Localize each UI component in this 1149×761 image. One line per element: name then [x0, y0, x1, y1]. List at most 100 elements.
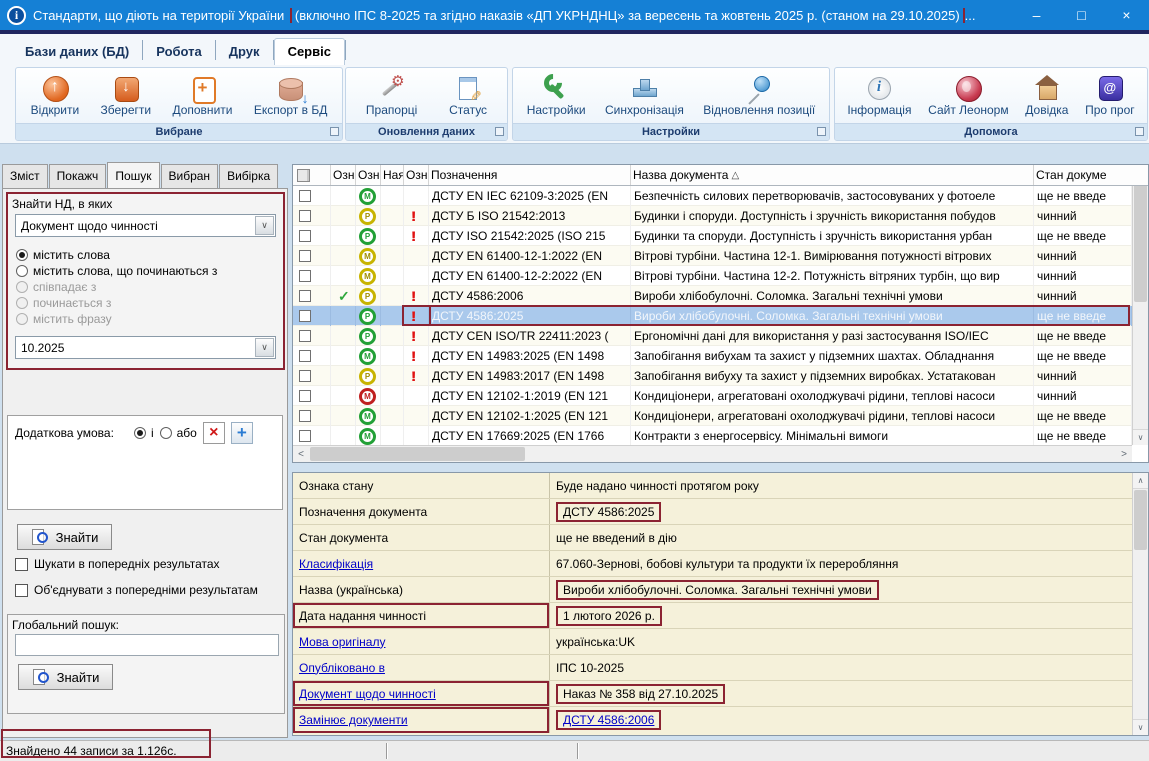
row-checkbox[interactable] — [299, 330, 311, 342]
scroll-right-icon[interactable]: > — [1116, 446, 1132, 462]
row-checkbox[interactable] — [299, 430, 311, 442]
table-row[interactable]: М ДСТУ EN 12102-1:2025 (EN 121 Кондиціон… — [293, 406, 1132, 426]
help-button[interactable]: Довідка — [1023, 74, 1070, 118]
details-vertical-scrollbar[interactable]: ∧ ∨ — [1132, 473, 1148, 735]
radio-or[interactable]: або — [160, 425, 197, 441]
global-search-input[interactable] — [15, 634, 279, 656]
search-query-combobox[interactable]: 10.2025 ∨ — [15, 336, 276, 359]
find-button[interactable]: Знайти — [17, 524, 112, 550]
add-condition-button[interactable]: + — [231, 422, 253, 444]
chevron-down-icon[interactable]: ∨ — [255, 338, 274, 357]
original-language-link[interactable]: Мова оригіналу — [299, 635, 385, 649]
row-checkbox[interactable] — [299, 250, 311, 262]
header-name[interactable]: Назва документа △ — [631, 165, 1034, 185]
scrollbar-thumb[interactable] — [1134, 490, 1147, 550]
tab-vybirka[interactable]: Вибірка — [219, 164, 278, 188]
header-designation[interactable]: Позначення — [429, 165, 631, 185]
table-horizontal-scrollbar[interactable]: < > — [293, 445, 1132, 462]
table-row[interactable]: М ДСТУ EN IEC 62109-3:2025 (EN Безпечніс… — [293, 186, 1132, 206]
scroll-down-icon[interactable]: ∨ — [1133, 719, 1148, 735]
scroll-down-icon[interactable]: ∨ — [1133, 429, 1148, 445]
maximize-icon[interactable]: □ — [1059, 0, 1104, 30]
tab-zmist[interactable]: Зміст — [2, 164, 48, 188]
close-icon[interactable]: × — [1104, 0, 1149, 30]
radio-contains-words[interactable]: містить слова — [8, 247, 283, 263]
tab-poshuk[interactable]: Пошук — [107, 162, 159, 188]
tab-bazy-danykh[interactable]: Бази даних (БД) — [12, 39, 142, 65]
row-checkbox[interactable] — [299, 350, 311, 362]
header-oznaka-3[interactable]: Озн — [404, 165, 429, 185]
scrollbar-thumb[interactable] — [1134, 182, 1147, 302]
restore-position-button[interactable]: Відновлення позиції — [701, 74, 817, 118]
leonorm-site-button[interactable]: Сайт Леонорм — [926, 74, 1010, 118]
radio-starts-with-words[interactable]: містить слова, що починаються з — [8, 263, 283, 279]
table-row[interactable]: М ДСТУ EN 17669:2025 (EN 1766 Контракти … — [293, 426, 1132, 446]
row-checkbox[interactable] — [299, 270, 311, 282]
scroll-up-icon[interactable]: ∧ — [1133, 473, 1148, 489]
tab-vybrane[interactable]: Вибран — [161, 164, 219, 188]
table-vertical-scrollbar[interactable]: ∧ ∨ — [1132, 165, 1148, 445]
remove-condition-button[interactable]: × — [203, 422, 225, 444]
table-row[interactable]: ✓ Р ! ДСТУ 4586:2006 Вироби хлібобулочні… — [293, 286, 1132, 306]
group-caption-dopomoga: Допомога — [835, 123, 1147, 140]
sync-button[interactable]: Синхронізація — [603, 74, 686, 118]
cell-designation: ДСТУ CEN ISO/TR 22411:2023 ( — [429, 326, 631, 346]
table-row[interactable]: М ДСТУ EN 61400-12-2:2022 (EN Вітрові ту… — [293, 266, 1132, 286]
classification-link[interactable]: Класифікація — [299, 557, 373, 571]
published-in-link[interactable]: Опубліковано в — [299, 661, 385, 675]
table-row[interactable]: Р ! ДСТУ EN 14983:2017 (EN 1498 Запобіга… — [293, 366, 1132, 386]
tab-servis[interactable]: Сервіс — [274, 38, 345, 65]
replaces-documents-link[interactable]: Замінює документи — [299, 713, 408, 727]
scroll-left-icon[interactable]: < — [293, 446, 309, 462]
minimize-icon[interactable]: – — [1014, 0, 1059, 30]
status-badge: М — [359, 188, 376, 205]
checkbox-search-previous[interactable]: Шукати в попередніх результатах — [15, 557, 220, 571]
header-nayavnist[interactable]: Ная — [381, 165, 404, 185]
replaced-document-link[interactable]: ДСТУ 4586:2006 — [563, 713, 654, 727]
search-field-select[interactable]: Документ щодо чинності ∨ — [15, 214, 276, 237]
tab-pokazhchyk[interactable]: Покажч — [49, 164, 107, 188]
dialog-launcher-icon[interactable] — [330, 127, 339, 136]
row-checkbox[interactable] — [299, 210, 311, 222]
tab-druk[interactable]: Друк — [216, 39, 273, 65]
table-row[interactable]: М ДСТУ EN 12102-1:2019 (EN 121 Кондиціон… — [293, 386, 1132, 406]
status-button[interactable]: Статус — [447, 74, 489, 118]
tab-robota[interactable]: Робота — [143, 39, 215, 65]
table-row[interactable]: М ДСТУ EN 61400-12-1:2022 (EN Вітрові ту… — [293, 246, 1132, 266]
table-row[interactable]: Р ! ДСТУ Б ISO 21542:2013 Будинки і спор… — [293, 206, 1132, 226]
table-row[interactable]: М ! ДСТУ EN 14983:2025 (EN 1498 Запобіга… — [293, 346, 1132, 366]
table-row[interactable]: Р ! ДСТУ CEN ISO/TR 22411:2023 ( Ергоном… — [293, 326, 1132, 346]
settings-button[interactable]: Настройки — [525, 74, 588, 118]
scrollbar-thumb[interactable] — [310, 447, 525, 461]
validity-document-link[interactable]: Документ щодо чинності — [299, 687, 436, 701]
append-button[interactable]: Доповнити — [170, 74, 234, 118]
detail-value: Буде надано чинності протягом року — [556, 479, 759, 493]
row-checkbox[interactable] — [299, 390, 311, 402]
global-find-button[interactable]: Знайти — [18, 664, 113, 690]
header-oznaka-1[interactable]: Озн — [331, 165, 356, 185]
status-bar: Знайдено 44 записи за 1.126с. — [0, 740, 1149, 761]
header-oznaka-2[interactable]: Озн — [356, 165, 381, 185]
dialog-launcher-icon[interactable] — [817, 127, 826, 136]
export-db-button[interactable]: Експорт в БД — [252, 74, 330, 118]
radio-and[interactable]: і — [120, 425, 154, 441]
checkbox-merge-previous[interactable]: Об'єднувати з попередніми результатам — [15, 583, 258, 597]
flags-button[interactable]: Прапорці — [364, 74, 419, 118]
header-status[interactable]: Стан докуме — [1034, 165, 1148, 185]
table-row[interactable]: Р ! ДСТУ ISO 21542:2025 (ISO 215 Будинки… — [293, 226, 1132, 246]
chevron-down-icon[interactable]: ∨ — [255, 216, 274, 235]
row-checkbox[interactable] — [299, 370, 311, 382]
table-row-selected[interactable]: Р ! ДСТУ 4586:2025 Вироби хлібобулочні. … — [293, 306, 1132, 326]
save-button[interactable]: Зберегти — [99, 74, 154, 118]
dialog-launcher-icon[interactable] — [1135, 127, 1144, 136]
header-select-all[interactable] — [293, 165, 331, 185]
row-checkbox[interactable] — [299, 410, 311, 422]
row-checkbox[interactable] — [299, 190, 311, 202]
open-button[interactable]: Відкрити — [29, 74, 82, 118]
row-checkbox[interactable] — [299, 290, 311, 302]
dialog-launcher-icon[interactable] — [495, 127, 504, 136]
about-button[interactable]: Про прог — [1083, 74, 1137, 118]
information-button[interactable]: Інформація — [845, 74, 913, 118]
row-checkbox[interactable] — [299, 230, 311, 242]
row-checkbox[interactable] — [299, 310, 311, 322]
